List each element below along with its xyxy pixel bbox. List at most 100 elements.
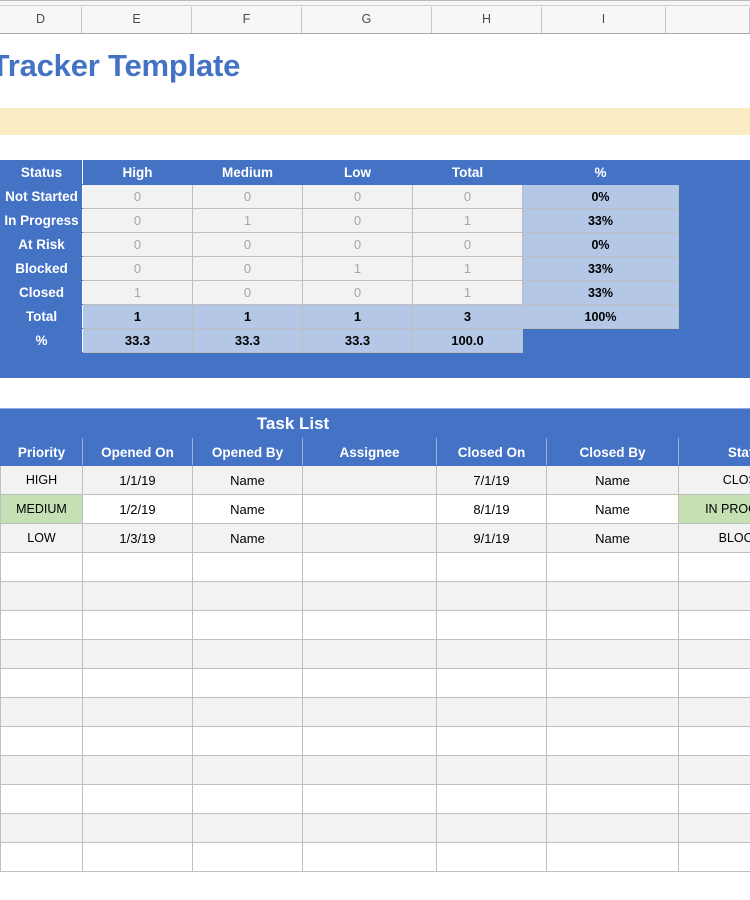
task-cell-empty[interactable]	[192, 581, 303, 611]
task-cell-status[interactable]: IN PROGRESS	[678, 494, 750, 524]
task-cell-empty[interactable]	[436, 552, 547, 582]
task-cell-empty[interactable]	[302, 726, 437, 756]
task-cell-empty[interactable]	[302, 784, 437, 814]
task-cell-empty[interactable]	[436, 581, 547, 611]
task-cell-empty[interactable]	[302, 755, 437, 785]
task-row-empty[interactable]	[0, 581, 750, 611]
task-cell-empty[interactable]	[192, 668, 303, 698]
task-cell-empty[interactable]	[82, 726, 193, 756]
task-cell-empty[interactable]	[546, 668, 679, 698]
task-row-empty[interactable]	[0, 697, 750, 727]
task-cell-empty[interactable]	[436, 610, 547, 640]
task-cell-opened-on[interactable]: 1/3/19	[82, 523, 193, 553]
column-header-f[interactable]: F	[192, 7, 302, 33]
task-cell-empty[interactable]	[302, 813, 437, 843]
task-cell-empty[interactable]	[436, 668, 547, 698]
task-cell-priority[interactable]: HIGH	[0, 465, 83, 495]
task-cell-closed-by[interactable]: Name	[546, 465, 679, 495]
task-cell-empty[interactable]	[302, 610, 437, 640]
column-header-h[interactable]: H	[432, 7, 542, 33]
task-cell-empty[interactable]	[0, 784, 83, 814]
task-cell-empty[interactable]	[192, 726, 303, 756]
task-cell-empty[interactable]	[192, 813, 303, 843]
task-cell-empty[interactable]	[546, 813, 679, 843]
task-row-empty[interactable]	[0, 726, 750, 756]
task-cell-opened-on[interactable]: 1/1/19	[82, 465, 193, 495]
task-row-empty[interactable]	[0, 668, 750, 698]
task-cell-empty[interactable]	[82, 784, 193, 814]
task-cell-empty[interactable]	[678, 610, 750, 640]
task-cell-status[interactable]: CLOSED	[678, 465, 750, 495]
task-cell-empty[interactable]	[678, 639, 750, 669]
task-cell-empty[interactable]	[678, 842, 750, 872]
task-cell-empty[interactable]	[192, 639, 303, 669]
column-header-i[interactable]: I	[542, 7, 666, 33]
task-cell-empty[interactable]	[82, 813, 193, 843]
task-cell-empty[interactable]	[546, 697, 679, 727]
task-row-empty[interactable]	[0, 639, 750, 669]
task-row[interactable]: HIGH1/1/19Name7/1/19NameCLOSED	[0, 465, 750, 495]
task-cell-priority[interactable]: LOW	[0, 523, 83, 553]
task-cell-empty[interactable]	[436, 784, 547, 814]
task-cell-empty[interactable]	[82, 639, 193, 669]
task-cell-empty[interactable]	[436, 842, 547, 872]
column-header-e[interactable]: E	[82, 7, 192, 33]
task-cell-empty[interactable]	[0, 552, 83, 582]
task-cell-empty[interactable]	[678, 726, 750, 756]
column-header-d[interactable]: D	[0, 7, 82, 33]
task-cell-closed-on[interactable]: 7/1/19	[436, 465, 547, 495]
column-header-g[interactable]: G	[302, 7, 432, 33]
task-cell-empty[interactable]	[0, 610, 83, 640]
task-cell-empty[interactable]	[546, 610, 679, 640]
task-cell-opened-on[interactable]: 1/2/19	[82, 494, 193, 524]
task-cell-empty[interactable]	[192, 552, 303, 582]
task-cell-empty[interactable]	[0, 581, 83, 611]
task-cell-empty[interactable]	[546, 726, 679, 756]
task-cell-empty[interactable]	[302, 697, 437, 727]
task-cell-empty[interactable]	[0, 697, 83, 727]
task-cell-empty[interactable]	[436, 755, 547, 785]
task-cell-empty[interactable]	[678, 813, 750, 843]
task-cell-empty[interactable]	[546, 755, 679, 785]
task-cell-empty[interactable]	[436, 697, 547, 727]
task-cell-empty[interactable]	[82, 581, 193, 611]
task-cell-closed-by[interactable]: Name	[546, 494, 679, 524]
task-cell-empty[interactable]	[546, 581, 679, 611]
task-cell-empty[interactable]	[678, 581, 750, 611]
task-cell-empty[interactable]	[192, 842, 303, 872]
task-row-empty[interactable]	[0, 813, 750, 843]
task-cell-empty[interactable]	[0, 842, 83, 872]
task-cell-empty[interactable]	[82, 697, 193, 727]
task-cell-empty[interactable]	[436, 726, 547, 756]
task-cell-opened-by[interactable]: Name	[192, 523, 303, 553]
task-cell-assignee[interactable]	[302, 494, 437, 524]
task-row-empty[interactable]	[0, 842, 750, 872]
task-cell-empty[interactable]	[82, 668, 193, 698]
task-cell-empty[interactable]	[192, 610, 303, 640]
task-cell-empty[interactable]	[192, 755, 303, 785]
task-cell-empty[interactable]	[0, 639, 83, 669]
task-cell-empty[interactable]	[678, 784, 750, 814]
task-cell-empty[interactable]	[302, 668, 437, 698]
task-row[interactable]: LOW1/3/19Name9/1/19NameBLOCKED	[0, 523, 750, 553]
task-cell-empty[interactable]	[302, 639, 437, 669]
task-row-empty[interactable]	[0, 552, 750, 582]
task-cell-closed-by[interactable]: Name	[546, 523, 679, 553]
task-cell-assignee[interactable]	[302, 465, 437, 495]
column-header-spacer[interactable]	[666, 7, 750, 33]
task-row-empty[interactable]	[0, 755, 750, 785]
task-cell-empty[interactable]	[192, 697, 303, 727]
task-cell-empty[interactable]	[0, 755, 83, 785]
task-cell-empty[interactable]	[82, 610, 193, 640]
task-cell-empty[interactable]	[436, 813, 547, 843]
task-cell-empty[interactable]	[82, 755, 193, 785]
task-cell-empty[interactable]	[546, 842, 679, 872]
task-cell-empty[interactable]	[0, 813, 83, 843]
task-cell-empty[interactable]	[678, 552, 750, 582]
task-cell-empty[interactable]	[546, 552, 679, 582]
task-row[interactable]: MEDIUM1/2/19Name8/1/19NameIN PROGRESS	[0, 494, 750, 524]
task-row-empty[interactable]	[0, 784, 750, 814]
task-cell-status[interactable]: BLOCKED	[678, 523, 750, 553]
task-cell-empty[interactable]	[192, 784, 303, 814]
task-row-empty[interactable]	[0, 610, 750, 640]
